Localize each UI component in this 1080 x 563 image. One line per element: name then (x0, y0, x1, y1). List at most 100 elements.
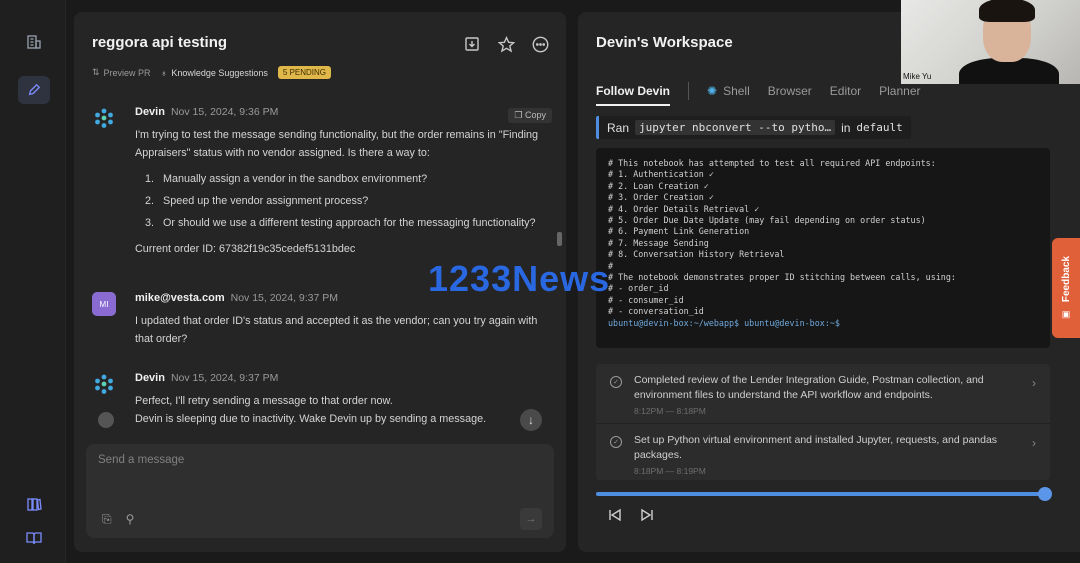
activity-time: 8:12PM — 8:18PM (634, 406, 706, 416)
tab-shell-label: Shell (723, 84, 750, 98)
feedback-label: Feedback (1060, 256, 1072, 303)
terminal-line: # 4. Order Details Retrieval ✓ (608, 203, 760, 214)
devin-logo-icon: ✺ (707, 84, 718, 98)
chat-subbar: ⇅ Preview PR ♁ Knowledge Suggestions 5 P… (92, 66, 332, 79)
terminal-line: # 8. Conversation History Retrieval (608, 249, 785, 260)
ran-location: default (856, 121, 903, 134)
ran-label: Ran (607, 120, 630, 135)
chat-actions (462, 34, 550, 54)
list-item: Speed up the vendor assignment process? (157, 192, 550, 210)
knowledge-suggestions-label: Knowledge Suggestions (171, 67, 268, 78)
message-header: Devin Nov 15, 2024, 9:37 PM (135, 372, 278, 384)
playback-handle[interactable] (1038, 487, 1053, 501)
books-icon[interactable] (18, 490, 50, 518)
terminal-line: # 7. Message Sending (608, 237, 709, 248)
copy-label: Copy (524, 110, 546, 120)
edit-icon[interactable] (18, 76, 50, 104)
more-options-icon[interactable] (530, 34, 550, 54)
terminal-line: # (608, 260, 614, 271)
user-avatar: MI (92, 292, 116, 316)
download-icon[interactable] (462, 34, 482, 54)
playback-progress-fill (596, 492, 1046, 496)
message-header: Devin Nov 15, 2024, 9:36 PM (135, 106, 278, 118)
check-circle-icon: ✓ (610, 376, 622, 388)
terminal-line: # This notebook has attempted to test al… (608, 158, 936, 168)
message-list: Manually assign a vendor in the sandbox … (157, 170, 550, 232)
webcam-name: Mike Yu (903, 72, 932, 81)
terminal-line: # - order_id (608, 283, 669, 294)
search-knowledge-icon[interactable]: ⚲ (126, 512, 135, 527)
chat-scrollbar[interactable] (557, 232, 562, 246)
knowledge-suggestions-link[interactable]: ♁ Knowledge Suggestions (161, 68, 268, 78)
terminal-line: # 1. Authentication ✓ (608, 169, 714, 180)
copy-button[interactable]: ❐ Copy (508, 108, 552, 123)
terminal-line: # 2. Loan Creation ✓ (608, 180, 709, 191)
compose-tools: ⎘ ⚲ (102, 512, 134, 527)
activity-text: Completed review of the Lender Integrati… (634, 374, 984, 401)
terminal-line: # - conversation_id (608, 306, 704, 317)
chat-message: MI mike@vesta.com Nov 15, 2024, 9:37 PM … (92, 292, 552, 352)
skip-back-icon[interactable] (608, 508, 622, 525)
workspace-title: Devin's Workspace (596, 34, 733, 51)
playback-controls (608, 508, 654, 525)
pull-request-icon: ⇅ (92, 67, 100, 77)
copy-icon: ❐ (514, 110, 523, 120)
lightbulb-icon: ♁ (160, 67, 168, 78)
left-rail (0, 0, 66, 563)
chevron-right-icon: › (1032, 436, 1036, 450)
tab-editor[interactable]: Editor (830, 84, 861, 98)
sleep-notice-text: Devin is sleeping due to inactivity. Wak… (135, 413, 487, 425)
compose-box: ⎘ ⚲ → (86, 444, 554, 538)
send-arrow-icon: → (525, 513, 537, 525)
activity-list: ✓ Completed review of the Lender Integra… (596, 364, 1050, 480)
check-circle-icon: ✓ (610, 436, 622, 448)
message-author: Devin (135, 106, 165, 118)
webcam-person-hair (979, 0, 1035, 22)
chat-message: Devin Nov 15, 2024, 9:37 PM Perfect, I'l… (92, 372, 552, 408)
devin-avatar (92, 372, 116, 396)
message-time: Nov 15, 2024, 9:37 PM (230, 292, 339, 304)
feedback-tab[interactable]: Feedback ▣ (1052, 238, 1080, 338)
message-header: mike@vesta.com Nov 15, 2024, 9:37 PM (135, 292, 338, 304)
message-time: Nov 15, 2024, 9:37 PM (170, 372, 279, 384)
terminal-line: # The notebook demonstrates proper ID st… (608, 272, 956, 283)
terminal-line: # 6. Payment Link Generation (608, 226, 750, 237)
message-author: mike@vesta.com (135, 292, 225, 304)
chevron-right-icon: › (1032, 376, 1036, 390)
tab-follow-devin[interactable]: Follow Devin (596, 84, 671, 106)
star-icon[interactable] (496, 34, 516, 54)
pending-badge: 5 PENDING (277, 66, 332, 79)
tab-planner[interactable]: Planner (879, 84, 920, 98)
chat-title: reggora api testing (92, 34, 228, 51)
tab-divider (688, 82, 690, 100)
activity-text: Set up Python virtual environment and in… (634, 434, 998, 461)
terminal-line: # 3. Order Creation ✓ (608, 192, 714, 203)
tab-shell[interactable]: ✺ Shell (707, 84, 750, 98)
terminal-line: # - consumer_id (608, 294, 684, 305)
playback-progress[interactable] (596, 487, 1053, 501)
list-item: Manually assign a vendor in the sandbox … (157, 170, 550, 188)
list-item: Or should we use a different testing app… (157, 214, 550, 232)
preview-pr-link[interactable]: ⇅ Preview PR (92, 67, 151, 78)
send-button[interactable]: → (520, 508, 542, 530)
message-input[interactable] (98, 454, 538, 466)
building-icon[interactable] (18, 28, 50, 56)
activity-item[interactable]: ✓ Set up Python virtual environment and … (596, 424, 1050, 480)
scroll-down-icon[interactable]: ↓ (520, 409, 542, 431)
watermark: 1233News (428, 258, 611, 299)
workspace-panel: Devin's Workspace Follow Devin ✺ Shell B… (578, 12, 1080, 552)
terminal-prompt: ubuntu@devin-box:~/webapp$ ubuntu@devin-… (608, 317, 840, 328)
message-footer: Current order ID: 67382f19c35cedef5131bd… (135, 243, 356, 255)
skip-forward-icon[interactable] (640, 508, 654, 525)
chat-message: Devin Nov 15, 2024, 9:36 PM ❐ Copy I'm t… (92, 106, 552, 276)
book-icon[interactable] (18, 524, 50, 552)
message-intro: I'm trying to test the message sending f… (135, 129, 538, 159)
activity-time: 8:18PM — 8:19PM (634, 466, 706, 476)
tab-browser[interactable]: Browser (768, 84, 812, 98)
activity-item[interactable]: ✓ Completed review of the Lender Integra… (596, 364, 1050, 424)
message-author: Devin (135, 372, 165, 384)
ran-in-label: in (841, 120, 851, 135)
attach-file-icon[interactable]: ⎘ (102, 512, 112, 527)
terminal-line: # 5. Order Due Date Update (may fail dep… (608, 215, 926, 226)
message-body: I updated that order ID's status and acc… (135, 315, 538, 345)
